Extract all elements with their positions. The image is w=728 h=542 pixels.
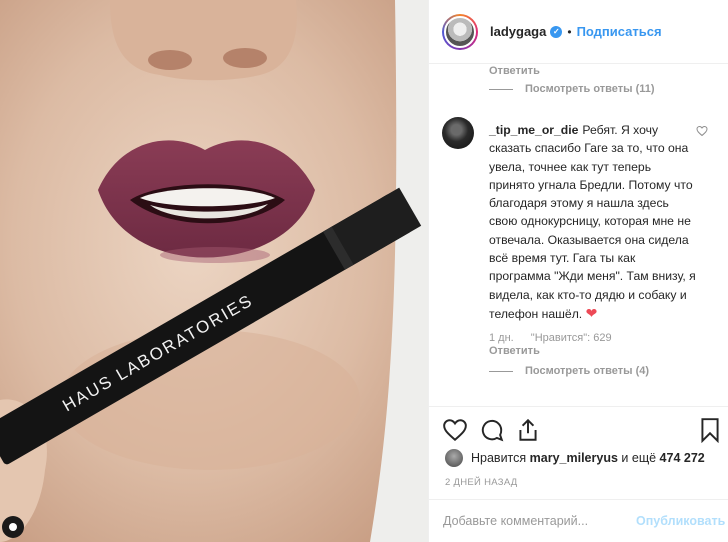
view-replies-button[interactable]: Посмотреть ответы (11): [489, 83, 655, 95]
heart-icon[interactable]: [442, 417, 468, 443]
comment-reply-link[interactable]: Ответить: [489, 345, 540, 357]
comments-list[interactable]: Ответить Посмотреть ответы (11) _tip_me_…: [429, 65, 728, 405]
author-avatar[interactable]: [442, 13, 478, 50]
comment-age: 1 дн.: [489, 332, 514, 344]
comment-like-button[interactable]: [696, 125, 708, 140]
comment-meta: 1 дн. "Нравится": 629: [489, 332, 626, 344]
verified-badge-icon: ✓: [550, 25, 563, 38]
divider-line: [489, 88, 513, 90]
bookmark-icon[interactable]: [697, 417, 723, 443]
comment-input[interactable]: [443, 514, 628, 528]
photo-illustration: HAUS LABORATORIES: [0, 0, 428, 542]
liker-avatar[interactable]: [445, 449, 463, 467]
heart-outline-icon: [696, 125, 708, 137]
comment-body: _tip_me_or_die Ребят. Я хочу сказать спас…: [489, 121, 699, 323]
divider-line: [489, 370, 513, 372]
reply-link[interactable]: Ответить: [489, 65, 540, 77]
user-tag-icon[interactable]: [2, 516, 24, 538]
likes-summary: Нравится mary_mileryus и ещё 474 272: [445, 449, 705, 467]
likes-middle: и ещё: [621, 451, 657, 465]
follow-button[interactable]: Подписаться: [577, 24, 662, 39]
comment-view-replies-label: Посмотреть ответы (4): [525, 365, 650, 377]
share-icon[interactable]: [515, 417, 541, 443]
liker-username[interactable]: mary_mileryus: [530, 451, 618, 465]
heart-emoji: ❤: [585, 304, 598, 321]
comment-likes[interactable]: "Нравится": 629: [531, 332, 612, 344]
author-username[interactable]: ladygaga: [490, 24, 546, 39]
commenter-username[interactable]: _tip_me_or_die: [489, 123, 578, 137]
header-separator: •: [567, 24, 572, 39]
publish-button[interactable]: Опубликовать: [636, 514, 725, 528]
comment-text: Ребят. Я хочу сказать спасибо Гаге за то…: [489, 123, 696, 321]
post-date: 2 ДНЕЙ НАЗАД: [445, 477, 518, 488]
comment-view-replies-button[interactable]: Посмотреть ответы (4): [489, 365, 649, 377]
post-header: ladygaga ✓ • Подписаться: [429, 0, 728, 64]
post-details-panel: ladygaga ✓ • Подписаться Ответить Посмот…: [428, 0, 728, 542]
commenter-avatar[interactable]: [442, 117, 474, 149]
post-photo[interactable]: HAUS LABORATORIES: [0, 0, 428, 542]
comment-icon[interactable]: [479, 417, 505, 443]
likes-count[interactable]: 474 272: [660, 451, 705, 465]
likes-prefix: Нравится: [471, 451, 527, 465]
add-comment-form: Опубликовать: [429, 499, 728, 542]
view-replies-label: Посмотреть ответы (11): [525, 83, 655, 95]
post-actions-bar: [429, 406, 728, 452]
